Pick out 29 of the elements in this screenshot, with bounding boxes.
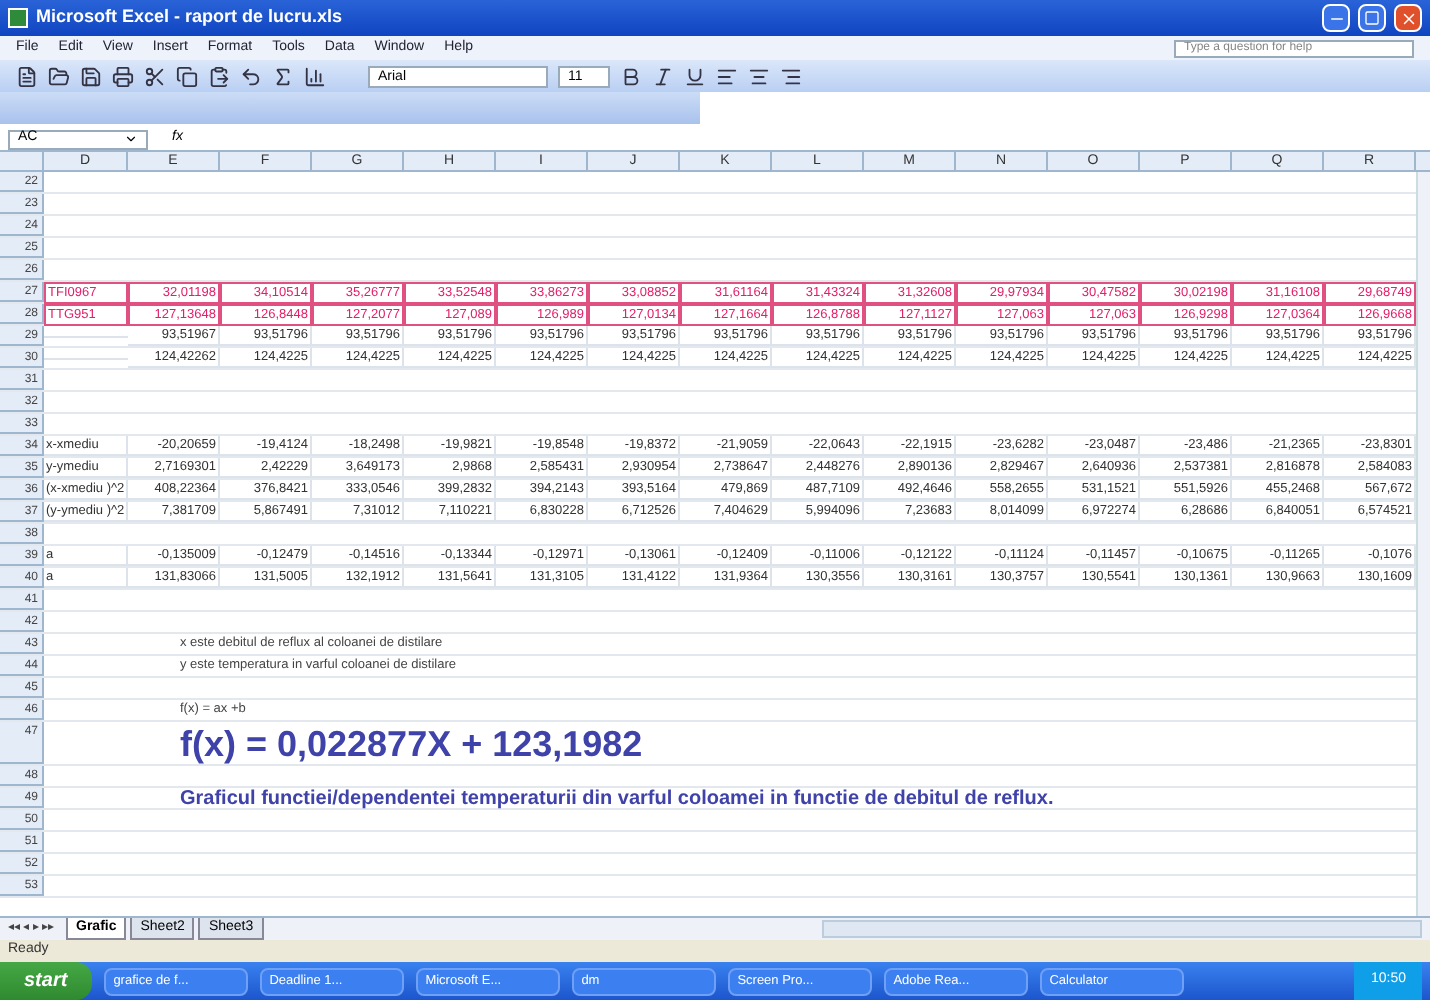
vertical-scrollbar[interactable] (1416, 172, 1430, 916)
horizontal-scrollbar[interactable] (822, 920, 1422, 938)
new-file-icon[interactable] (16, 65, 38, 87)
maximize-button[interactable] (1358, 4, 1386, 32)
align-center-icon[interactable] (748, 65, 770, 87)
copy-icon[interactable] (176, 65, 198, 87)
sum-icon[interactable] (272, 65, 294, 87)
cut-icon[interactable] (144, 65, 166, 87)
close-icon (1399, 9, 1417, 27)
minimize-button[interactable] (1322, 4, 1350, 32)
save-icon[interactable] (80, 65, 102, 87)
paste-icon[interactable] (208, 65, 230, 87)
align-left-icon[interactable] (716, 65, 738, 87)
start-button[interactable]: start (0, 962, 92, 1000)
folder-icon[interactable] (48, 65, 70, 87)
printer-icon[interactable] (112, 65, 134, 87)
chart-caption: Graficul functiei/dependentei temperaturii din varful coloamei in functie de debitul de reflux. (180, 787, 1054, 809)
undo-icon[interactable] (240, 65, 262, 87)
italic-icon[interactable] (652, 65, 674, 87)
align-right-icon[interactable] (780, 65, 802, 87)
bold-icon[interactable] (620, 65, 642, 87)
underline-icon[interactable] (684, 65, 706, 87)
chart-icon[interactable] (304, 65, 326, 87)
maximize-icon (1364, 10, 1380, 26)
window-title: Microsoft Excel - raport de lucru.xls (36, 4, 343, 31)
formula-text: f(x) = 0,022877X + 123,1982 (180, 721, 643, 765)
excel-icon (8, 8, 28, 28)
close-button[interactable] (1394, 4, 1422, 32)
dropdown-icon (124, 132, 138, 146)
